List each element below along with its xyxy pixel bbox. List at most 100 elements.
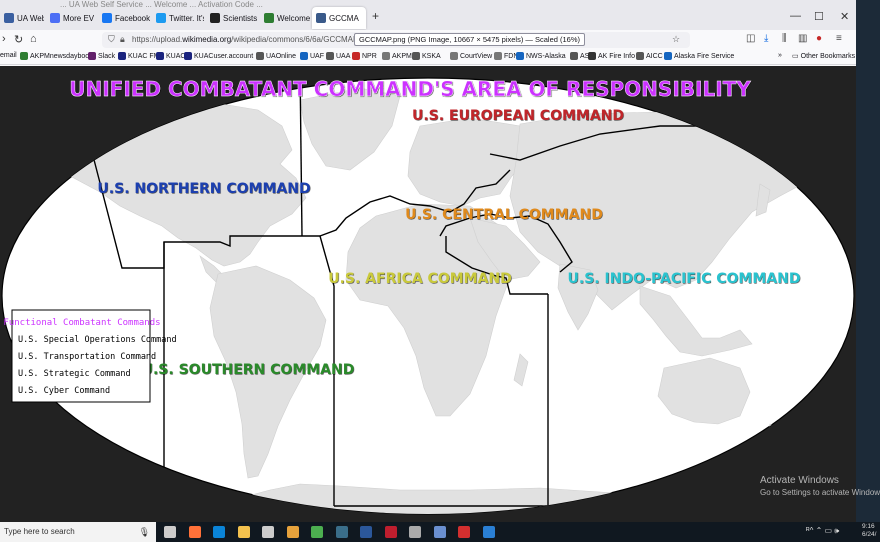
url-text[interactable]: https://upload.wikimedia.org/wikipedia/c…	[132, 35, 373, 44]
sidebar-icon[interactable]: ▥	[798, 33, 807, 44]
store-icon[interactable]	[262, 526, 274, 538]
tab-label: UA Web SS	[17, 13, 44, 23]
tab[interactable]: Twitter. It's	[152, 7, 204, 29]
word-icon[interactable]	[360, 526, 372, 538]
folder-icon: ▭	[792, 53, 799, 60]
clock[interactable]: 9:16 6/24/	[862, 523, 876, 539]
bookmark-item[interactable]: UAA	[326, 52, 350, 60]
menu-icon[interactable]: ≡	[836, 33, 842, 44]
filezilla-icon[interactable]	[384, 526, 397, 538]
bookmark-item[interactable]: KUACuser.account	[184, 52, 253, 60]
microphone-icon[interactable]: 🎙︎	[139, 522, 150, 542]
lock-icon[interactable]: 🔒︎	[120, 34, 125, 45]
bookmark-label: UAA	[336, 52, 351, 60]
bookmark-item[interactable]: KUAC FM	[118, 52, 160, 60]
combatant-command-map: UNIFIED COMBATANT COMMAND'S AREA OF RESP…	[0, 66, 856, 522]
bookmark-label: AKPM	[392, 52, 412, 60]
clock-date: 6/24/	[862, 531, 877, 538]
legend-item: U.S. Special Operations Command	[18, 335, 177, 345]
network-icon[interactable]	[433, 526, 446, 538]
tab[interactable]: Facebook -	[98, 7, 150, 29]
bookmark-item[interactable]: NWS-Alaska	[516, 52, 566, 60]
file-explorer-icon[interactable]	[237, 526, 250, 538]
download-icon[interactable]: ⤓	[764, 33, 768, 44]
bookmark-item[interactable]: Slack	[88, 52, 115, 60]
tab-label: Facebook -	[115, 13, 150, 23]
bookmark-item[interactable]: NPR	[352, 52, 377, 60]
home-icon[interactable]: ⌂	[30, 33, 37, 45]
address-bar[interactable]: ⛉ 🔒︎ https://upload.wikimedia.org/wikipe…	[102, 32, 690, 48]
bookmark-favicon-icon	[588, 52, 596, 60]
tab-favicon-icon	[264, 13, 274, 23]
bookmark-label: KUAC	[166, 52, 186, 60]
taskbar-search-input[interactable]: Type here to search 🎙︎	[0, 522, 156, 542]
bookmark-item[interactable]: AKPMnewsdaybook	[20, 52, 93, 60]
bookmark-favicon-icon	[352, 52, 360, 60]
bookmark-label: AK Fire Info	[598, 52, 635, 60]
minimize-button[interactable]: —	[790, 10, 801, 22]
tab[interactable]: GCCMA✕	[312, 7, 366, 29]
bookmark-item[interactable]: KUAC	[156, 52, 185, 60]
photos-icon[interactable]	[482, 526, 495, 538]
bookmark-item[interactable]: KSKA	[412, 52, 441, 60]
bookmark-item[interactable]: AKPM	[382, 52, 412, 60]
activate-windows-title: Activate Windows	[760, 475, 839, 486]
bookmark-item[interactable]: email	[0, 52, 17, 59]
bookmark-favicon-icon	[184, 52, 192, 60]
bookmark-favicon-icon	[382, 52, 390, 60]
system-tray-icons[interactable]: ᴿ^ ⌃ ▭ 🕪	[806, 526, 839, 536]
clock-time: 9:16	[862, 523, 875, 530]
search-placeholder: Type here to search	[4, 527, 75, 536]
bookmark-item[interactable]: UAOnline	[256, 52, 296, 60]
other-bookmarks[interactable]: ▭ Other Bookmarks	[792, 52, 855, 61]
tab-label: Twitter. It's	[169, 13, 204, 23]
bookmark-item[interactable]: Alaska Fire Service	[664, 52, 734, 60]
legend-item: U.S. Cyber Command	[18, 386, 110, 396]
library-icon[interactable]: ⫼	[782, 33, 787, 44]
image-viewport[interactable]: UNIFIED COMBATANT COMMAND'S AREA OF RESP…	[0, 66, 856, 522]
tab[interactable]: Welcome to	[260, 7, 310, 29]
tab-favicon-icon	[4, 13, 14, 23]
bookmark-star-icon[interactable]: ☆	[672, 34, 680, 45]
tab-favicon-icon	[156, 13, 166, 23]
bookmark-item[interactable]: AK Fire Info	[588, 52, 635, 60]
bookmark-favicon-icon	[636, 52, 644, 60]
southcom-label: U.S. SOUTHERN COMMAND	[142, 362, 355, 378]
tab[interactable]: More EV Ch	[46, 7, 96, 29]
bookmark-label: NWS-Alaska	[526, 52, 566, 60]
shield-icon[interactable]: ⛉	[108, 34, 115, 45]
bookmark-label: CourtView	[460, 52, 493, 60]
mail-icon[interactable]	[409, 526, 421, 538]
tab[interactable]: Scientists Fi	[206, 7, 258, 29]
acrobat-icon[interactable]	[458, 526, 470, 538]
firefox-icon[interactable]	[188, 526, 201, 538]
bookmark-item[interactable]: CourtView	[450, 52, 492, 60]
chrome-icon[interactable]	[311, 526, 323, 538]
task-view-icon[interactable]	[164, 526, 176, 538]
page-title-chip: GCCMAP.png (PNG Image, 10667 × 5475 pixe…	[354, 33, 586, 46]
close-button[interactable]: ✕	[840, 10, 849, 23]
bookmark-favicon-icon	[20, 52, 28, 60]
bookmark-favicon-icon	[412, 52, 420, 60]
tab-label: Scientists Fi	[223, 13, 258, 23]
terminal-icon[interactable]	[335, 526, 348, 538]
bookmarks-toolbar: email AKPMnewsdaybook Slack KUAC FM KUAC KUAC…	[0, 50, 856, 65]
new-tab-button[interactable]: +	[372, 9, 379, 23]
bookmark-favicon-icon	[88, 52, 96, 60]
pocket-icon[interactable]: ◫	[746, 33, 755, 44]
reload-icon[interactable]: ↻	[14, 33, 23, 46]
extension-icon[interactable]: ●	[816, 33, 822, 44]
map-title: UNIFIED COMBATANT COMMAND'S AREA OF RESP…	[69, 77, 751, 101]
tab[interactable]: UA Web SS	[0, 7, 44, 29]
bookmark-item[interactable]: UAF	[300, 52, 324, 60]
bookmarks-overflow-icon[interactable]: »	[778, 52, 782, 59]
forward-icon[interactable]: ›	[2, 33, 6, 45]
maximize-button[interactable]: ☐	[814, 10, 824, 23]
edge-icon[interactable]	[213, 526, 225, 538]
tab-label: GCCMA	[329, 13, 359, 23]
legend-heading: Functional Combatant Commands	[3, 318, 160, 328]
media-icon[interactable]	[286, 526, 299, 538]
bookmark-item[interactable]: AICC	[636, 52, 663, 60]
legend-item: U.S. Transportation Command	[18, 352, 156, 362]
nav-toolbar: › ↻ ⌂ ⛉ 🔒︎ https://upload.wikimedia.org/…	[0, 30, 856, 50]
